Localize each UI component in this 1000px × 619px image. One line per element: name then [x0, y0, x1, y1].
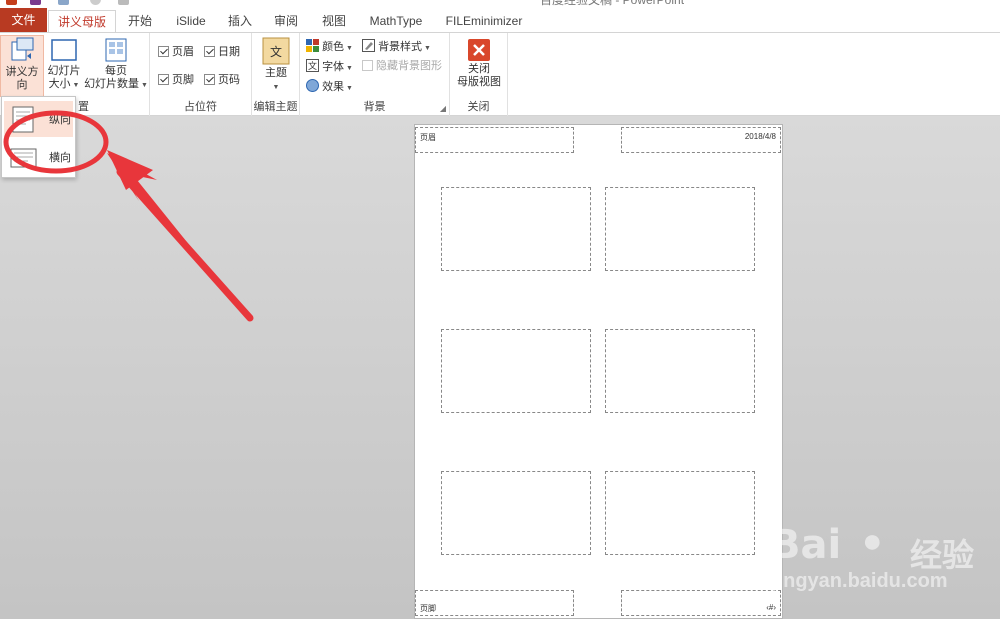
- annotation-arrow-shaft: [116, 168, 254, 322]
- annotation-arrow-head: [107, 150, 153, 190]
- annotation-circle: [3, 110, 109, 174]
- watermark-url: jingyan.baidu.com: [772, 570, 948, 592]
- watermark-brand: Bai: [770, 522, 842, 568]
- paw-icon: ●: [862, 522, 883, 560]
- baidu-jingyan-watermark: Bai ● 经验 jingyan.baidu.com: [770, 512, 995, 602]
